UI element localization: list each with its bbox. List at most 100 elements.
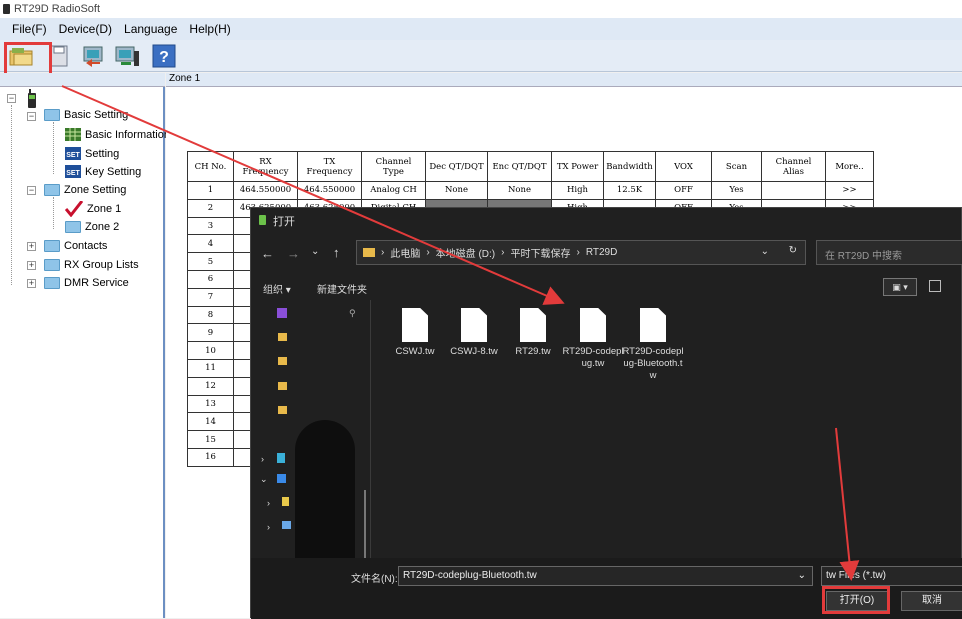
table-cell[interactable]: 3 (187, 216, 234, 236)
tree-item-basic-setting[interactable]: Basic Setting (44, 109, 128, 121)
tree-item-zone1[interactable]: Zone 1 (65, 201, 121, 217)
svg-text:SET: SET (66, 170, 80, 177)
breadcrumb-item[interactable]: 此电脑 (390, 245, 420, 260)
cancel-button[interactable]: 取消 (901, 591, 962, 611)
new-folder-button[interactable]: 新建文件夹 (317, 281, 367, 296)
tree-item-setting[interactable]: SET Setting (65, 147, 119, 160)
expand-chevron-icon[interactable]: › (261, 454, 264, 464)
tree-label: Basic Information (85, 128, 170, 141)
tree-item-key-setting[interactable]: SET Key Setting (65, 165, 141, 178)
table-row[interactable]: 1 464.550000 464.550000 Analog CH None None Hi… (187, 181, 874, 200)
back-arrow-icon[interactable]: ← (261, 246, 274, 261)
table-cell[interactable]: 14 (187, 412, 234, 432)
tree-item-contacts[interactable]: Contacts (44, 240, 107, 252)
scrollbar[interactable] (364, 490, 366, 560)
column-header: More.. (825, 151, 874, 182)
menu-file[interactable]: File(F) (6, 22, 53, 36)
write-to-radio-icon[interactable] (114, 43, 140, 69)
expand-chevron-icon[interactable]: › (267, 522, 270, 532)
table-cell[interactable]: OFF (655, 181, 712, 200)
expand-chevron-icon[interactable]: › (267, 498, 270, 508)
table-cell[interactable]: 12 (187, 376, 234, 396)
address-bar[interactable]: › 此电脑 › 本地磁盘 (D:) › 平时下载保存 › RT29D ⌄ ↻ (356, 240, 806, 265)
file-item[interactable]: CSWJ-8.tw (443, 308, 505, 358)
file-item[interactable]: RT29D-codeplug.tw (562, 308, 624, 370)
forward-arrow-icon[interactable]: → (287, 246, 300, 261)
breadcrumb-item[interactable]: 平时下载保存 (510, 245, 570, 260)
address-dropdown-icon[interactable]: ⌄ (761, 246, 769, 257)
view-mode-icon[interactable]: ▣ ▾ (883, 278, 917, 296)
svg-text:?: ? (159, 49, 169, 66)
table-cell[interactable]: 2 (187, 198, 234, 218)
preview-pane-icon[interactable] (929, 280, 941, 292)
folder-icon[interactable] (278, 382, 287, 390)
table-cell[interactable]: High (551, 181, 604, 200)
tree-item-dmr-service[interactable]: DMR Service (44, 277, 129, 289)
file-item[interactable]: CSWJ.tw (384, 308, 446, 358)
breadcrumb-separator-icon: › (576, 247, 580, 258)
table-cell[interactable] (761, 181, 826, 200)
menu-help[interactable]: Help(H) (183, 22, 236, 36)
table-cell[interactable]: >> (825, 181, 874, 200)
table-cell[interactable]: Yes (711, 181, 762, 200)
drive-icon[interactable] (282, 497, 289, 506)
tree-expand-contacts-icon[interactable]: + (27, 242, 36, 251)
up-arrow-icon[interactable]: ↑ (333, 245, 340, 260)
menu-language[interactable]: Language (118, 22, 183, 36)
search-input[interactable]: 在 RT29D 中搜索 (816, 240, 962, 265)
video-folder-icon[interactable] (277, 308, 287, 318)
this-pc-icon[interactable] (277, 474, 286, 483)
tree-item-zone-setting[interactable]: Zone Setting (44, 184, 126, 196)
file-name: RT29.tw (515, 346, 551, 357)
refresh-icon[interactable]: ↻ (789, 245, 797, 256)
tree-expand-dmr-icon[interactable]: + (27, 279, 36, 288)
table-cell[interactable]: 16 (187, 447, 234, 467)
tree-item-zone2[interactable]: Zone 2 (65, 221, 119, 233)
breadcrumb-item[interactable]: RT29D (586, 247, 618, 258)
table-cell[interactable]: 10 (187, 341, 234, 360)
table-cell[interactable]: 7 (187, 287, 234, 307)
table-cell[interactable]: 11 (187, 358, 234, 378)
table-cell[interactable]: 15 (187, 430, 234, 449)
table-cell[interactable]: 4 (187, 234, 234, 254)
filename-input[interactable]: RT29D-codeplug-Bluetooth.tw ⌄ (398, 566, 813, 586)
table-cell[interactable]: 1 (187, 181, 234, 200)
tree-item-basic-information[interactable]: Basic Information (65, 128, 170, 141)
collapse-chevron-icon[interactable]: ⌄ (260, 474, 268, 485)
table-cell[interactable]: Analog CH (361, 181, 426, 200)
table-cell[interactable]: 9 (187, 323, 234, 343)
breadcrumb-item[interactable]: 本地磁盘 (D:) (436, 245, 495, 260)
folder-icon[interactable] (278, 406, 287, 414)
table-cell[interactable]: 8 (187, 305, 234, 325)
folder-icon[interactable] (278, 357, 287, 365)
document-icon (402, 308, 428, 342)
filetype-select[interactable]: tw Files (*.tw) (821, 566, 962, 586)
table-cell[interactable]: 464.550000 (233, 181, 298, 200)
table-cell[interactable]: 12.5K (603, 181, 656, 200)
filename-dropdown-icon[interactable]: ⌄ (798, 570, 806, 581)
folder-icon[interactable] (278, 333, 287, 341)
column-header: Bandwidth (603, 151, 656, 182)
table-cell[interactable]: 464.550000 (297, 181, 362, 200)
table-cell[interactable]: 6 (187, 269, 234, 289)
menu-device[interactable]: Device(D) (53, 22, 118, 36)
table-cell[interactable]: None (487, 181, 552, 200)
table-cell[interactable]: 5 (187, 252, 234, 271)
tree-collapse-zone-icon[interactable]: − (27, 186, 36, 195)
drive-icon[interactable] (282, 521, 291, 529)
tree-expand-rx-group-icon[interactable]: + (27, 261, 36, 270)
help-icon[interactable]: ? (151, 43, 177, 69)
tree-collapse-root-icon[interactable]: − (7, 94, 16, 103)
file-item[interactable]: RT29D-codeplug-Bluetooth.tw (622, 308, 684, 382)
file-item[interactable]: RT29.tw (502, 308, 564, 358)
tree-item-rx-group-lists[interactable]: RX Group Lists (44, 259, 139, 271)
onedrive-icon[interactable] (277, 453, 285, 463)
tree-label: Zone Setting (64, 184, 127, 196)
tree-collapse-basic-icon[interactable]: − (27, 112, 36, 121)
table-cell[interactable]: None (425, 181, 488, 200)
table-cell[interactable]: 13 (187, 394, 234, 414)
read-from-radio-icon[interactable] (80, 43, 106, 69)
column-header: Channel Type (361, 151, 426, 182)
recent-chevron-icon[interactable]: ⌄ (311, 246, 319, 257)
organize-button[interactable]: 组织 ▾ (263, 281, 291, 296)
